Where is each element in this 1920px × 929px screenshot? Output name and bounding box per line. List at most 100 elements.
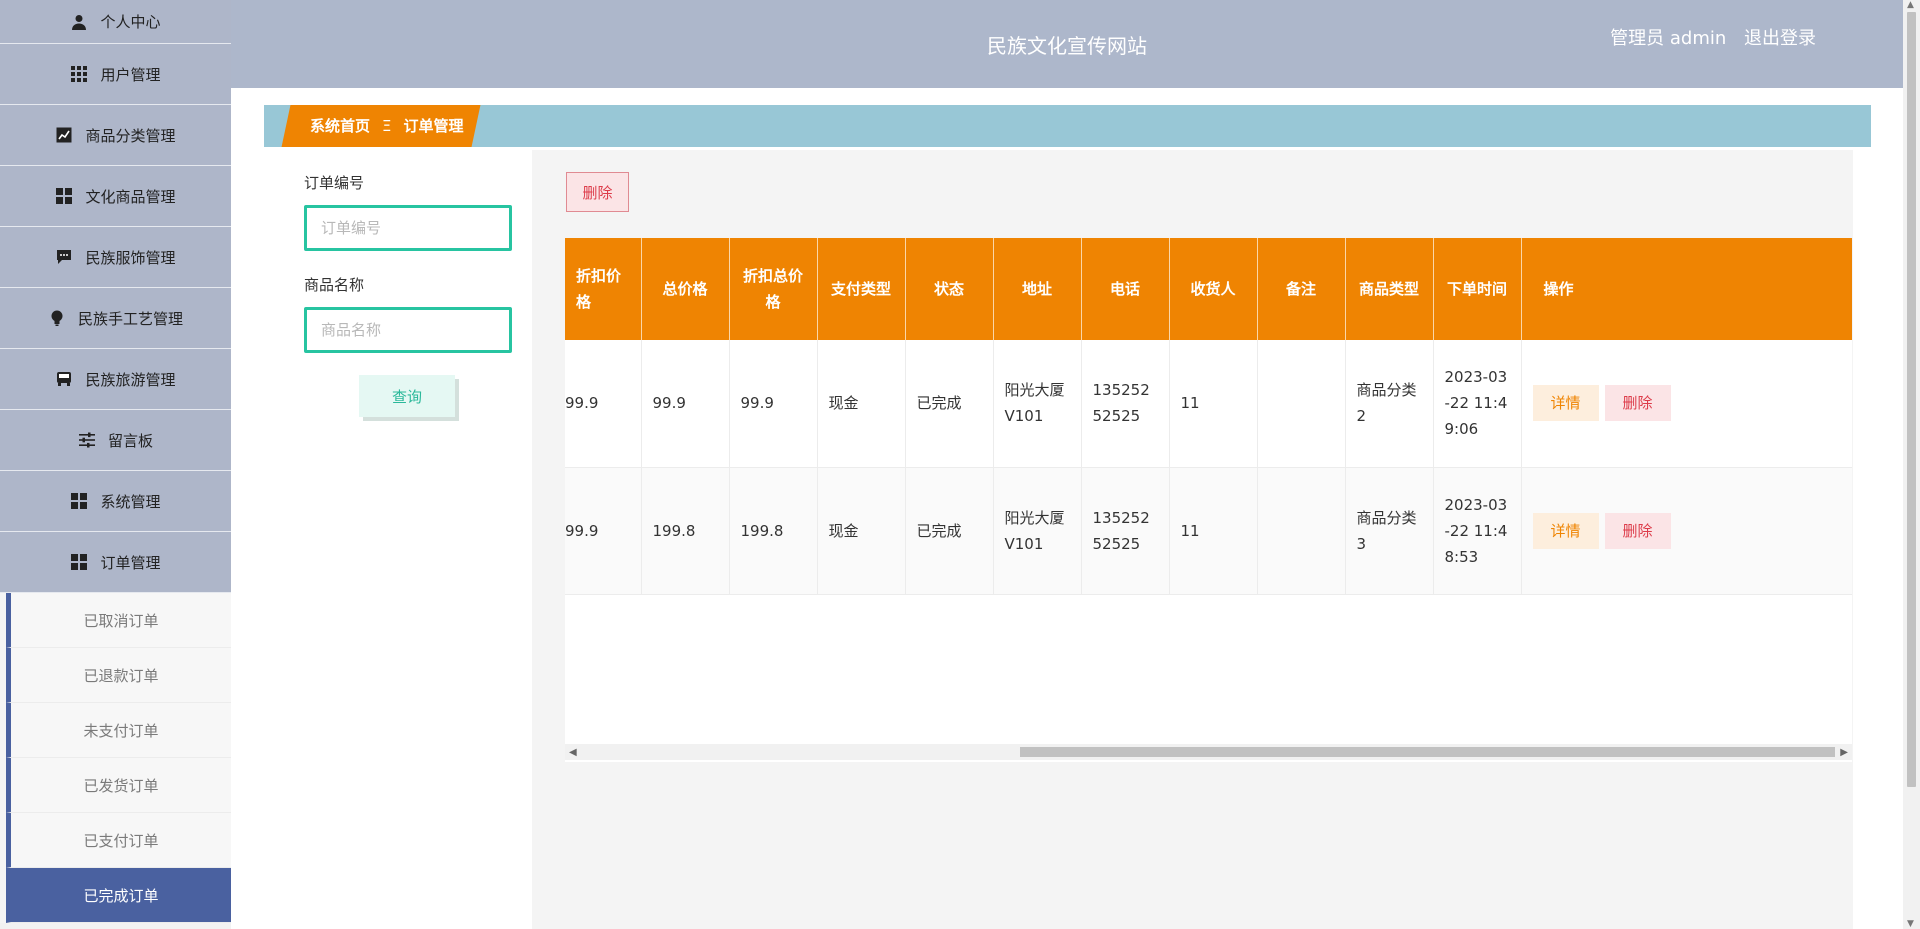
breadcrumb-home[interactable]: 系统首页 <box>310 117 370 135</box>
app-root: 个人中心用户管理商品分类管理 文化商品管理 民族服饰管理 民族手工艺管理民族旅游管理留… <box>0 0 1920 929</box>
table-cell: 13525252525 <box>1081 467 1170 595</box>
submenu-item-0[interactable]: 已取消订单 <box>6 593 231 648</box>
detail-button[interactable]: 详情 <box>1532 385 1599 422</box>
order-no-input[interactable] <box>304 205 512 251</box>
sidebar-item-tiles-8[interactable]: 系统管理 <box>0 471 231 532</box>
logout-link[interactable]: 退出登录 <box>1744 28 1816 49</box>
horizontal-scrollbar[interactable]: ◀ ▶ <box>565 744 1852 760</box>
product-name-input[interactable] <box>304 307 512 353</box>
submenu-item-3[interactable]: 已发货订单 <box>6 758 231 813</box>
column-header: 状态 <box>905 238 994 340</box>
horizontal-scroll-thumb[interactable] <box>1020 747 1835 757</box>
order-table-container: 折扣价格 总价格 折扣总价格 支付类型 状态 地址 电话 收货人 备注 商品类型 下单时间 操作 99… <box>565 238 1852 762</box>
sidebar-item-label: 订单管理 <box>100 553 161 572</box>
sidebar-menu: 个人中心用户管理商品分类管理 文化商品管理 民族服饰管理 民族手工艺管理民族旅游管理留… <box>0 0 231 593</box>
table-cell: 2023-03-22 11:49:06 <box>1433 340 1522 468</box>
order-submenu: 已取消订单 已退款订单 未支付订单 已发货订单 已支付订单 已完成订单 <box>0 593 231 923</box>
sidebar-item-label: 用户管理 <box>100 65 161 84</box>
column-header: 备注 <box>1257 238 1346 340</box>
submenu-item-5[interactable]: 已完成订单 <box>6 868 231 923</box>
actions-cell: 详情 删除 <box>1521 340 1852 468</box>
sliders-icon <box>78 431 96 449</box>
column-header: 折扣总价格 <box>729 238 818 340</box>
detail-button[interactable]: 详情 <box>1532 512 1599 549</box>
search-panel: 订单编号 商品名称 查询 <box>264 150 532 929</box>
table-cell: 阳光大厦V101 <box>993 340 1082 468</box>
table-row: 99.9 99.9 99.9 现金 已完成 阳光大厦V101 13525252525 11 商品… <box>565 340 1852 468</box>
sidebar-item-tiles-3[interactable]: 文化商品管理 <box>0 166 231 227</box>
row-delete-button[interactable]: 删除 <box>1604 512 1671 549</box>
breadcrumb: 系统首页 Ξ 订单管理 <box>310 105 464 147</box>
chart-icon <box>55 126 73 144</box>
tiles-icon <box>70 553 88 571</box>
table-cell: 商品分类3 <box>1345 467 1434 595</box>
scroll-left-icon[interactable]: ◀ <box>569 747 577 758</box>
submenu-item-1[interactable]: 已退款订单 <box>6 648 231 703</box>
tiles-icon <box>70 492 88 510</box>
sidebar-item-bulb-5[interactable]: 民族手工艺管理 <box>0 288 231 349</box>
top-header: 民族文化宣传网站 管理员 admin 退出登录 <box>231 0 1903 88</box>
sidebar-item-chat-4[interactable]: 民族服饰管理 <box>0 227 231 288</box>
scroll-down-icon[interactable]: ▼ <box>1907 919 1914 929</box>
table-cell: 99.9 <box>565 340 642 468</box>
sidebar-item-label: 留言板 <box>107 431 153 450</box>
table-cell: 99.9 <box>641 340 730 468</box>
product-name-label: 商品名称 <box>304 276 365 294</box>
table-cell <box>1257 467 1346 595</box>
sidebar-item-chart-2[interactable]: 商品分类管理 <box>0 105 231 166</box>
page-scrollbar[interactable]: ▲ ▼ <box>1903 0 1920 929</box>
column-header: 折扣价格 <box>565 238 642 340</box>
table-cell: 199.8 <box>641 467 730 595</box>
table-cell <box>1257 340 1346 468</box>
submenu-item-2[interactable]: 未支付订单 <box>6 703 231 758</box>
main-content: 删除 折扣价格 总价格 折扣总价格 支付类型 状态 地址 电话 收货人 备注 商品类型 下单时间 操作… <box>532 150 1853 929</box>
sidebar-item-label: 民族服饰管理 <box>85 248 176 267</box>
scroll-right-icon[interactable]: ▶ <box>1840 747 1848 758</box>
sidebar-item-person-0[interactable]: 个人中心 <box>0 0 231 44</box>
column-header: 收货人 <box>1169 238 1258 340</box>
order-no-label: 订单编号 <box>304 174 365 192</box>
query-button[interactable]: 查询 <box>359 375 455 417</box>
sidebar-item-label: 民族手工艺管理 <box>77 309 183 328</box>
sidebar-item-label: 商品分类管理 <box>85 126 176 145</box>
table-cell: 商品分类2 <box>1345 340 1434 468</box>
sidebar-item-tiles-9[interactable]: 订单管理 <box>0 532 231 593</box>
column-header: 电话 <box>1081 238 1170 340</box>
bulb-icon <box>48 309 66 327</box>
bus-icon <box>55 370 73 388</box>
order-table: 折扣价格 总价格 折扣总价格 支付类型 状态 地址 电话 收货人 备注 商品类型 下单时间 操作 99… <box>565 238 1852 595</box>
table-cell: 11 <box>1169 467 1258 595</box>
sidebar-item-bus-6[interactable]: 民族旅游管理 <box>0 349 231 410</box>
table-cell: 11 <box>1169 340 1258 468</box>
grid-icon <box>70 65 88 83</box>
page-scroll-thumb[interactable] <box>1907 12 1916 787</box>
submenu-item-4[interactable]: 已支付订单 <box>6 813 231 868</box>
actions-cell: 详情 删除 <box>1521 467 1852 595</box>
table-cell: 已完成 <box>905 467 994 595</box>
sidebar-item-label: 个人中心 <box>100 13 161 31</box>
user-area: 管理员 admin 退出登录 <box>1598 24 1816 50</box>
row-delete-button[interactable]: 删除 <box>1604 385 1671 422</box>
table-cell: 2023-03-22 11:48:53 <box>1433 467 1522 595</box>
sidebar-item-label: 文化商品管理 <box>85 187 176 206</box>
sidebar-item-grid-1[interactable]: 用户管理 <box>0 44 231 105</box>
table-cell: 13525252525 <box>1081 340 1170 468</box>
column-header: 支付类型 <box>817 238 906 340</box>
table-cell: 已完成 <box>905 340 994 468</box>
table-cell: 现金 <box>817 467 906 595</box>
scroll-up-icon[interactable]: ▲ <box>1907 0 1914 10</box>
sidebar: 个人中心用户管理商品分类管理 文化商品管理 民族服饰管理 民族手工艺管理民族旅游管理留… <box>0 0 231 929</box>
table-cell: 现金 <box>817 340 906 468</box>
column-header: 总价格 <box>641 238 730 340</box>
sidebar-item-sliders-7[interactable]: 留言板 <box>0 410 231 471</box>
column-header: 下单时间 <box>1433 238 1522 340</box>
batch-delete-button[interactable]: 删除 <box>566 172 629 212</box>
sidebar-item-label: 系统管理 <box>100 492 161 511</box>
column-header: 地址 <box>993 238 1082 340</box>
chat-icon <box>55 248 73 266</box>
table-cell: 99.9 <box>565 467 642 595</box>
column-header: 操作 <box>1521 238 1852 340</box>
table-header-row: 折扣价格 总价格 折扣总价格 支付类型 状态 地址 电话 收货人 备注 商品类型 下单时间 操作 <box>565 238 1852 340</box>
table-cell: 99.9 <box>729 340 818 468</box>
breadcrumb-bar: 系统首页 Ξ 订单管理 <box>264 105 1871 147</box>
